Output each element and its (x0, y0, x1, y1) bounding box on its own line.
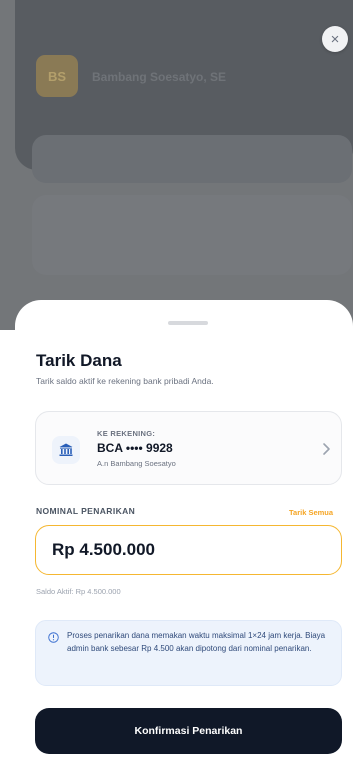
background-screen: BS Bambang Soesatyo, SE (0, 0, 353, 330)
account-holder: A.n Bambang Soesatyo (97, 459, 176, 468)
withdraw-bottom-sheet: Tarik Dana Tarik saldo aktif ke rekening… (15, 300, 353, 776)
amount-input[interactable]: Rp 4.500.000 (35, 525, 342, 575)
info-text: Proses penarikan dana memakan waktu maks… (67, 631, 326, 653)
sheet-subtitle: Tarik saldo aktif ke rekening bank priba… (36, 376, 214, 386)
avatar: BS (36, 55, 78, 97)
bank-account-card[interactable]: KE REKENING: BCA •••• 9928 A.n Bambang S… (35, 411, 342, 485)
bank-icon (52, 436, 80, 464)
close-button[interactable]: × (322, 26, 348, 52)
chevron-right-icon (323, 443, 330, 455)
sheet-title: Tarik Dana (36, 351, 122, 370)
background-panel (32, 195, 352, 275)
drag-handle[interactable] (168, 321, 208, 325)
background-card (32, 135, 352, 183)
account-number: BCA •••• 9928 (97, 441, 173, 455)
nominal-label: NOMINAL PENARIKAN (36, 506, 136, 516)
info-icon (48, 632, 59, 643)
user-name: Bambang Soesatyo, SE (92, 70, 227, 84)
account-label: KE REKENING: (97, 429, 156, 438)
withdraw-all-link[interactable]: Tarik Semua (289, 508, 333, 517)
info-box: Proses penarikan dana memakan waktu maks… (35, 620, 342, 686)
confirm-withdraw-button[interactable]: Konfirmasi Penarikan (35, 708, 342, 754)
close-icon: × (330, 30, 340, 48)
active-balance: Saldo Aktif: Rp 4.500.000 (36, 587, 121, 596)
